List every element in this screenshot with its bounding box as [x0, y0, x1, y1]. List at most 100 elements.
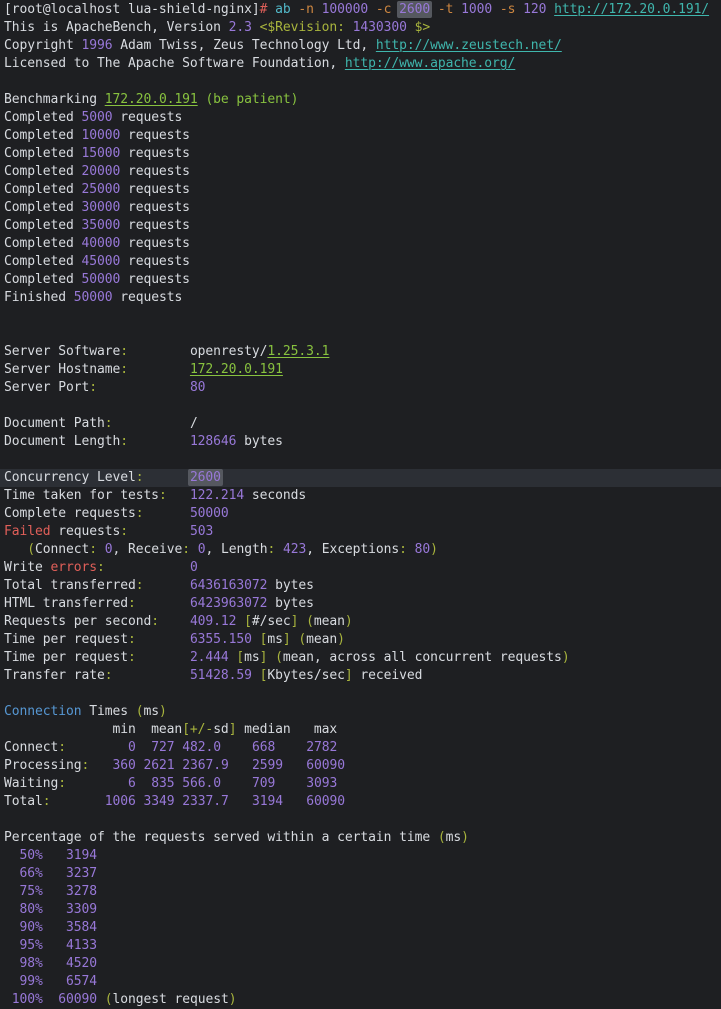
text-segment: 15000 [81, 146, 120, 161]
text-segment: Connect [35, 542, 89, 557]
text-segment: bytes [236, 434, 282, 449]
text-segment: : [58, 740, 66, 755]
text-segment: Completed [4, 200, 81, 215]
text-segment [515, 2, 523, 17]
text-segment: Completed [4, 182, 81, 197]
text-segment: 80% [20, 902, 43, 917]
failed-requests-line: Failed requests: 503 [0, 523, 721, 541]
text-segment: 6423963072 [190, 596, 267, 611]
text-segment: Adam Twiss, Zeus Technology Ltd, [112, 38, 375, 53]
text-segment: 835 [151, 776, 174, 791]
text-segment: Complete requests [4, 506, 136, 521]
text-segment: Server Hostname [4, 362, 120, 377]
text-segment [97, 992, 105, 1007]
concurrency-level-line: Concurrency Level: 2600 [0, 469, 721, 487]
text-segment: 25000 [81, 182, 120, 197]
text-segment [252, 668, 260, 683]
text-segment: 60090 [58, 992, 97, 1007]
ip-link[interactable]: 172.20.0.191 [105, 92, 198, 107]
text-segment: 566.0 [182, 776, 221, 791]
text-segment: 709 [252, 776, 275, 791]
text-segment: requests [120, 164, 190, 179]
text-segment: 0 [128, 740, 136, 755]
text-segment: 668 [252, 740, 275, 755]
text-segment [89, 758, 112, 773]
text-segment: 100000 [322, 2, 368, 17]
text-segment: (be patient) [205, 92, 298, 107]
text-segment: : [159, 488, 167, 503]
text-segment: [ [236, 650, 244, 665]
percentile-row-75: 75% 3278 [0, 883, 721, 901]
text-segment [159, 614, 190, 629]
progress-line-25000: Completed 25000 requests [0, 181, 721, 199]
percentile-row-98: 98% 4520 [0, 955, 721, 973]
finished-line: Finished 50000 requests [0, 289, 721, 307]
text-segment: Write [4, 560, 50, 575]
percentile-row-80: 80% 3309 [0, 901, 721, 919]
version-link[interactable]: 1.25.3.1 [267, 344, 329, 359]
text-segment: 122.214 [190, 488, 244, 503]
text-segment: ms [446, 830, 462, 845]
text-segment: ) [430, 542, 438, 557]
server-port-line: Server Port: 80 [0, 379, 721, 397]
ip-link[interactable]: 172.20.0.191 [190, 362, 283, 377]
text-segment: 3093 [306, 776, 337, 791]
text-segment: errors [50, 560, 96, 575]
requests-per-second-line: Requests per second: 409.12 [#/sec] (mea… [0, 613, 721, 631]
text-segment: : [97, 560, 105, 575]
text-segment: 423 [283, 542, 306, 557]
text-segment: Time per request [4, 632, 128, 647]
text-segment: 3194 [66, 848, 97, 863]
text-segment [143, 470, 189, 485]
text-segment [221, 740, 252, 755]
text-segment: 6574 [66, 974, 97, 989]
text-segment: ) [337, 632, 345, 647]
text-segment: bytes [267, 596, 313, 611]
text-segment: 100% [12, 992, 43, 1007]
text-segment: requests [50, 524, 120, 539]
text-segment [368, 2, 376, 17]
text-segment: requests [120, 254, 190, 269]
text-segment: ] [283, 632, 291, 647]
url-link[interactable]: http://172.20.0.191/ [554, 2, 709, 17]
text-segment: ) [562, 650, 570, 665]
text-segment: requests [120, 236, 190, 251]
percentile-row-95: 95% 4133 [0, 937, 721, 955]
text-segment [407, 20, 415, 35]
text-segment: : [120, 434, 128, 449]
text-segment [407, 542, 415, 557]
text-segment: 66% [20, 866, 43, 881]
text-segment [221, 776, 252, 791]
text-segment: 482.0 [182, 740, 221, 755]
text-segment [275, 776, 306, 791]
text-segment: 99% [20, 974, 43, 989]
text-segment: This is ApacheBench, Version [4, 20, 229, 35]
text-segment: 3349 [143, 794, 174, 809]
text-segment: 3278 [66, 884, 97, 899]
server-hostname-line: Server Hostname: 172.20.0.191 [0, 361, 721, 379]
url-link[interactable]: http://www.apache.org/ [345, 56, 515, 71]
progress-line-20000: Completed 20000 requests [0, 163, 721, 181]
server-software-line: Server Software: openresty/1.25.3.1 [0, 343, 721, 361]
text-segment: 2621 [143, 758, 174, 773]
failed-breakdown-line: (Connect: 0, Receive: 0, Length: 423, Ex… [0, 541, 721, 559]
text-segment [128, 362, 190, 377]
terminal-output[interactable]: [root@localhost lua-shield-nginx]# ab -n… [0, 1, 721, 1009]
text-segment: ) [159, 704, 167, 719]
progress-line-45000: Completed 45000 requests [0, 253, 721, 271]
text-segment: 1996 [81, 38, 112, 53]
text-segment: <$Revision: [260, 20, 345, 35]
url-link[interactable]: http://www.zeustech.net/ [376, 38, 562, 53]
text-segment: 1430300 [353, 20, 407, 35]
text-segment: [root@localhost lua-shield-nginx] [4, 2, 260, 17]
progress-line-10000: Completed 10000 requests [0, 127, 721, 145]
text-segment: 2.3 [229, 20, 252, 35]
text-segment: Percentage of the requests served within… [4, 830, 438, 845]
text-segment: #/sec [252, 614, 291, 629]
text-segment [283, 794, 306, 809]
document-path-line: Document Path: / [0, 415, 721, 433]
text-segment: 30000 [81, 200, 120, 215]
text-segment [136, 740, 152, 755]
text-segment: : [151, 614, 159, 629]
text-segment: 2599 [252, 758, 283, 773]
